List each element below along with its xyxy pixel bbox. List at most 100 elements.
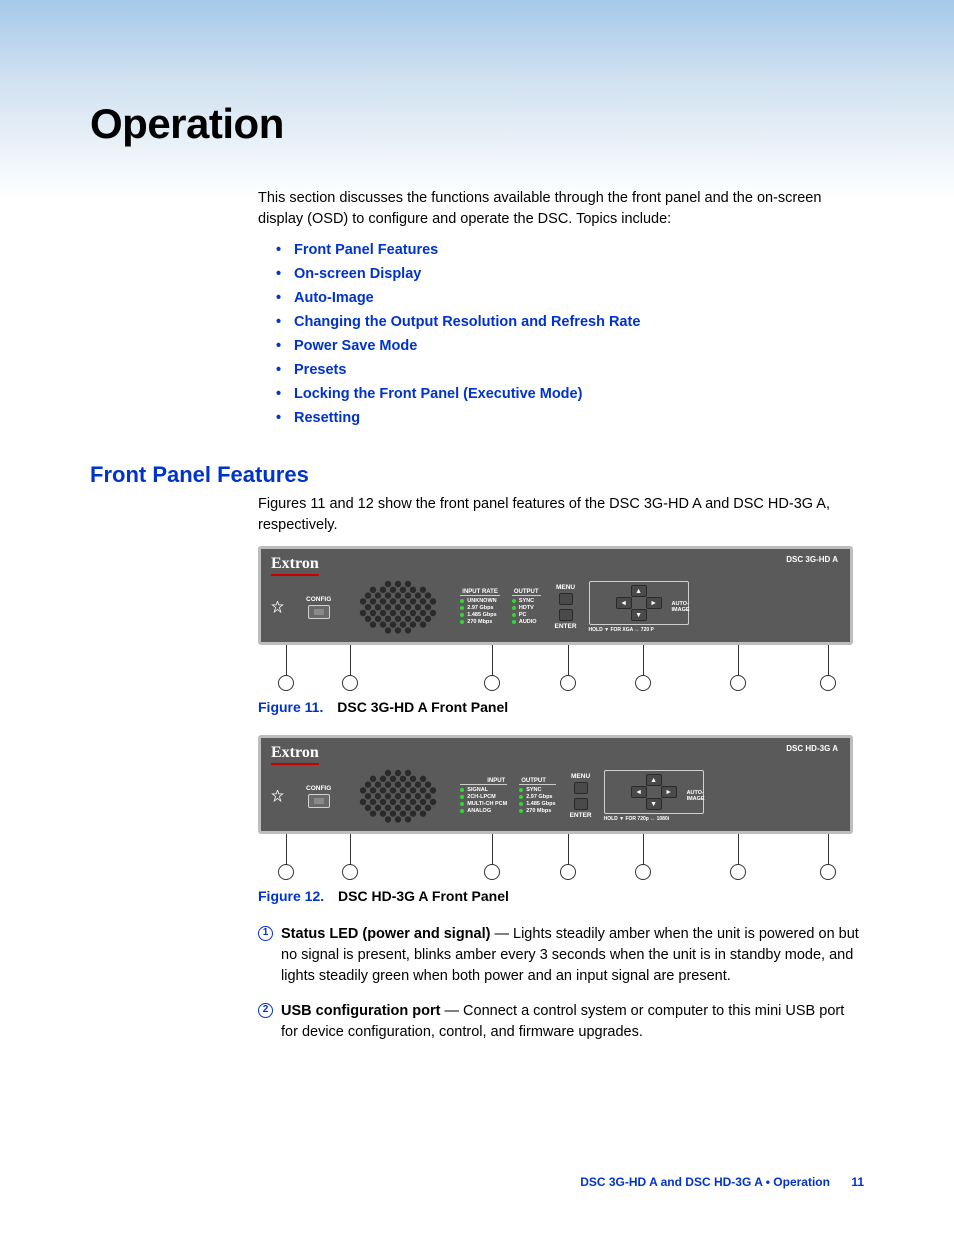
page-footer: DSC 3G-HD A and DSC HD-3G A • Operation … xyxy=(580,1175,864,1189)
panel-section: Figures 11 and 12 show the front panel f… xyxy=(90,494,864,1043)
definition-item: 1Status LED (power and signal) — Lights … xyxy=(258,924,864,987)
topic-link[interactable]: Front Panel Features xyxy=(258,242,864,258)
enter-label: ENTER xyxy=(570,812,592,819)
callouts-b xyxy=(258,832,853,880)
definition-term: USB configuration port xyxy=(281,1003,441,1019)
status-led-icon xyxy=(271,601,284,614)
col-title: INPUT RATE xyxy=(460,589,500,596)
hold-hint: HOLD ▼ FOR XGA ↔ 720 P xyxy=(589,627,689,633)
output-column: OUTPUT SYNCHDTVPCAUDIO xyxy=(512,589,541,626)
section-heading: Front Panel Features xyxy=(90,462,864,488)
footer-text: DSC 3G-HD A and DSC HD-3G A • Operation xyxy=(580,1175,830,1189)
definitions-list: 1Status LED (power and signal) — Lights … xyxy=(258,924,864,1043)
col-title: OUTPUT xyxy=(519,778,555,785)
vent-icon xyxy=(353,769,448,823)
device-b-wrap: Extron DSC HD-3G A CONFIG INPUT xyxy=(258,735,864,880)
menu-label: MENU xyxy=(556,584,575,591)
definition-term: Status LED (power and signal) xyxy=(281,926,490,942)
vent-icon xyxy=(353,580,448,634)
led-indicator: 2.97 Gbps xyxy=(460,605,500,611)
auto-image-label: AUTO- IMAGE xyxy=(687,790,705,802)
figure-number: Figure 12. xyxy=(258,888,324,904)
device-a-wrap: Extron DSC 3G-HD A CONFIG INPUT RATE xyxy=(258,546,864,691)
device-row: CONFIG INPUT RATE UNKNOWN2.97 Gbps1.485 … xyxy=(271,580,840,634)
led-indicator: SYNC xyxy=(512,598,541,604)
config-port: CONFIG xyxy=(306,596,331,619)
menu-label: MENU xyxy=(571,773,590,780)
device-row: CONFIG INPUT SIGNAL2CH-LPCMMULTI-CH PCMA… xyxy=(271,769,840,823)
topic-link[interactable]: Resetting xyxy=(258,410,864,426)
nav-left-button[interactable]: ◄ xyxy=(616,597,632,609)
nav-pad: ▲ ◄ ► ▼ AUTO- IMAGE HOLD ▼ FOR XGA ↔ 720… xyxy=(589,581,689,633)
led-indicator: 270 Mbps xyxy=(519,808,555,814)
figure-12-caption: Figure 12. DSC HD-3G A Front Panel xyxy=(258,888,864,904)
usb-port-icon xyxy=(308,794,330,808)
definition-item: 2USB configuration port — Connect a cont… xyxy=(258,1001,864,1043)
page-content: Operation This section discusses the fun… xyxy=(0,0,954,1043)
led-indicator: PC xyxy=(512,612,541,618)
output-column: OUTPUT SYNC2.97 Gbps1.485 Gbps270 Mbps xyxy=(519,778,555,815)
nav-up-button[interactable]: ▲ xyxy=(631,585,647,597)
col-title: INPUT xyxy=(460,778,507,785)
nav-pad: ▲ ◄ ► ▼ AUTO- IMAGE HOLD ▼ FOR 720p ↔ 10… xyxy=(604,770,704,822)
led-indicator: 1.485 Gbps xyxy=(460,612,500,618)
menu-button[interactable] xyxy=(574,782,588,794)
col-title: OUTPUT xyxy=(512,589,541,596)
menu-enter-block: MENU ENTER xyxy=(555,584,577,630)
enter-button[interactable] xyxy=(559,609,573,621)
menu-button[interactable] xyxy=(559,593,573,605)
led-indicator: 1.485 Gbps xyxy=(519,801,555,807)
nav-left-button[interactable]: ◄ xyxy=(631,786,647,798)
topic-link[interactable]: Locking the Front Panel (Executive Mode) xyxy=(258,386,864,402)
usb-port-icon xyxy=(308,605,330,619)
led-indicator: MULTI-CH PCM xyxy=(460,801,507,807)
figure-title: DSC HD-3G A Front Panel xyxy=(338,888,509,904)
hold-hint: HOLD ▼ FOR 720p ↔ 1080i xyxy=(604,816,704,822)
nav-down-button[interactable]: ▼ xyxy=(646,798,662,810)
led-indicator: SIGNAL xyxy=(460,787,507,793)
topic-link[interactable]: Power Save Mode xyxy=(258,338,864,354)
auto-image-label: AUTO- IMAGE xyxy=(672,601,690,613)
status-led-icon xyxy=(271,790,284,803)
nav-right-button[interactable]: ► xyxy=(646,597,662,609)
led-indicator: 270 Mbps xyxy=(460,619,500,625)
model-label: DSC HD-3G A xyxy=(786,744,838,753)
config-label: CONFIG xyxy=(306,596,331,603)
page-title: Operation xyxy=(90,100,864,148)
brand-label: Extron xyxy=(271,744,319,765)
device-b: Extron DSC HD-3G A CONFIG INPUT xyxy=(258,735,853,834)
input-column: INPUT SIGNAL2CH-LPCMMULTI-CH PCMANALOG xyxy=(460,778,507,815)
nav-right-button[interactable]: ► xyxy=(661,786,677,798)
nav-down-button[interactable]: ▼ xyxy=(631,609,647,621)
config-port: CONFIG xyxy=(306,785,331,808)
topic-link[interactable]: Presets xyxy=(258,362,864,378)
callout-number-icon: 2 xyxy=(258,1003,273,1018)
led-indicator: SYNC xyxy=(519,787,555,793)
nav-up-button[interactable]: ▲ xyxy=(646,774,662,786)
led-indicator: UNKNOWN xyxy=(460,598,500,604)
topic-link[interactable]: Changing the Output Resolution and Refre… xyxy=(258,314,864,330)
led-indicator: HDTV xyxy=(512,605,541,611)
enter-button[interactable] xyxy=(574,798,588,810)
callouts-a xyxy=(258,643,853,691)
model-label: DSC 3G-HD A xyxy=(786,555,838,564)
led-indicator: 2.97 Gbps xyxy=(519,794,555,800)
intro-text: This section discusses the functions ava… xyxy=(258,188,864,230)
section-desc: Figures 11 and 12 show the front panel f… xyxy=(258,494,864,536)
topic-list: Front Panel Features On-screen Display Aut… xyxy=(258,242,864,426)
enter-label: ENTER xyxy=(555,623,577,630)
topic-link[interactable]: On-screen Display xyxy=(258,266,864,282)
input-rate-column: INPUT RATE UNKNOWN2.97 Gbps1.485 Gbps270… xyxy=(460,589,500,626)
led-indicator: AUDIO xyxy=(512,619,541,625)
menu-enter-block: MENU ENTER xyxy=(570,773,592,819)
led-indicator: 2CH-LPCM xyxy=(460,794,507,800)
config-label: CONFIG xyxy=(306,785,331,792)
topic-link[interactable]: Auto-Image xyxy=(258,290,864,306)
device-a: Extron DSC 3G-HD A CONFIG INPUT RATE xyxy=(258,546,853,645)
footer-page-number: 11 xyxy=(851,1175,864,1189)
figure-title: DSC 3G-HD A Front Panel xyxy=(337,699,508,715)
brand-label: Extron xyxy=(271,555,319,576)
intro-block: This section discusses the functions ava… xyxy=(258,188,864,426)
figure-11-caption: Figure 11. DSC 3G-HD A Front Panel xyxy=(258,699,864,715)
led-indicator: ANALOG xyxy=(460,808,507,814)
